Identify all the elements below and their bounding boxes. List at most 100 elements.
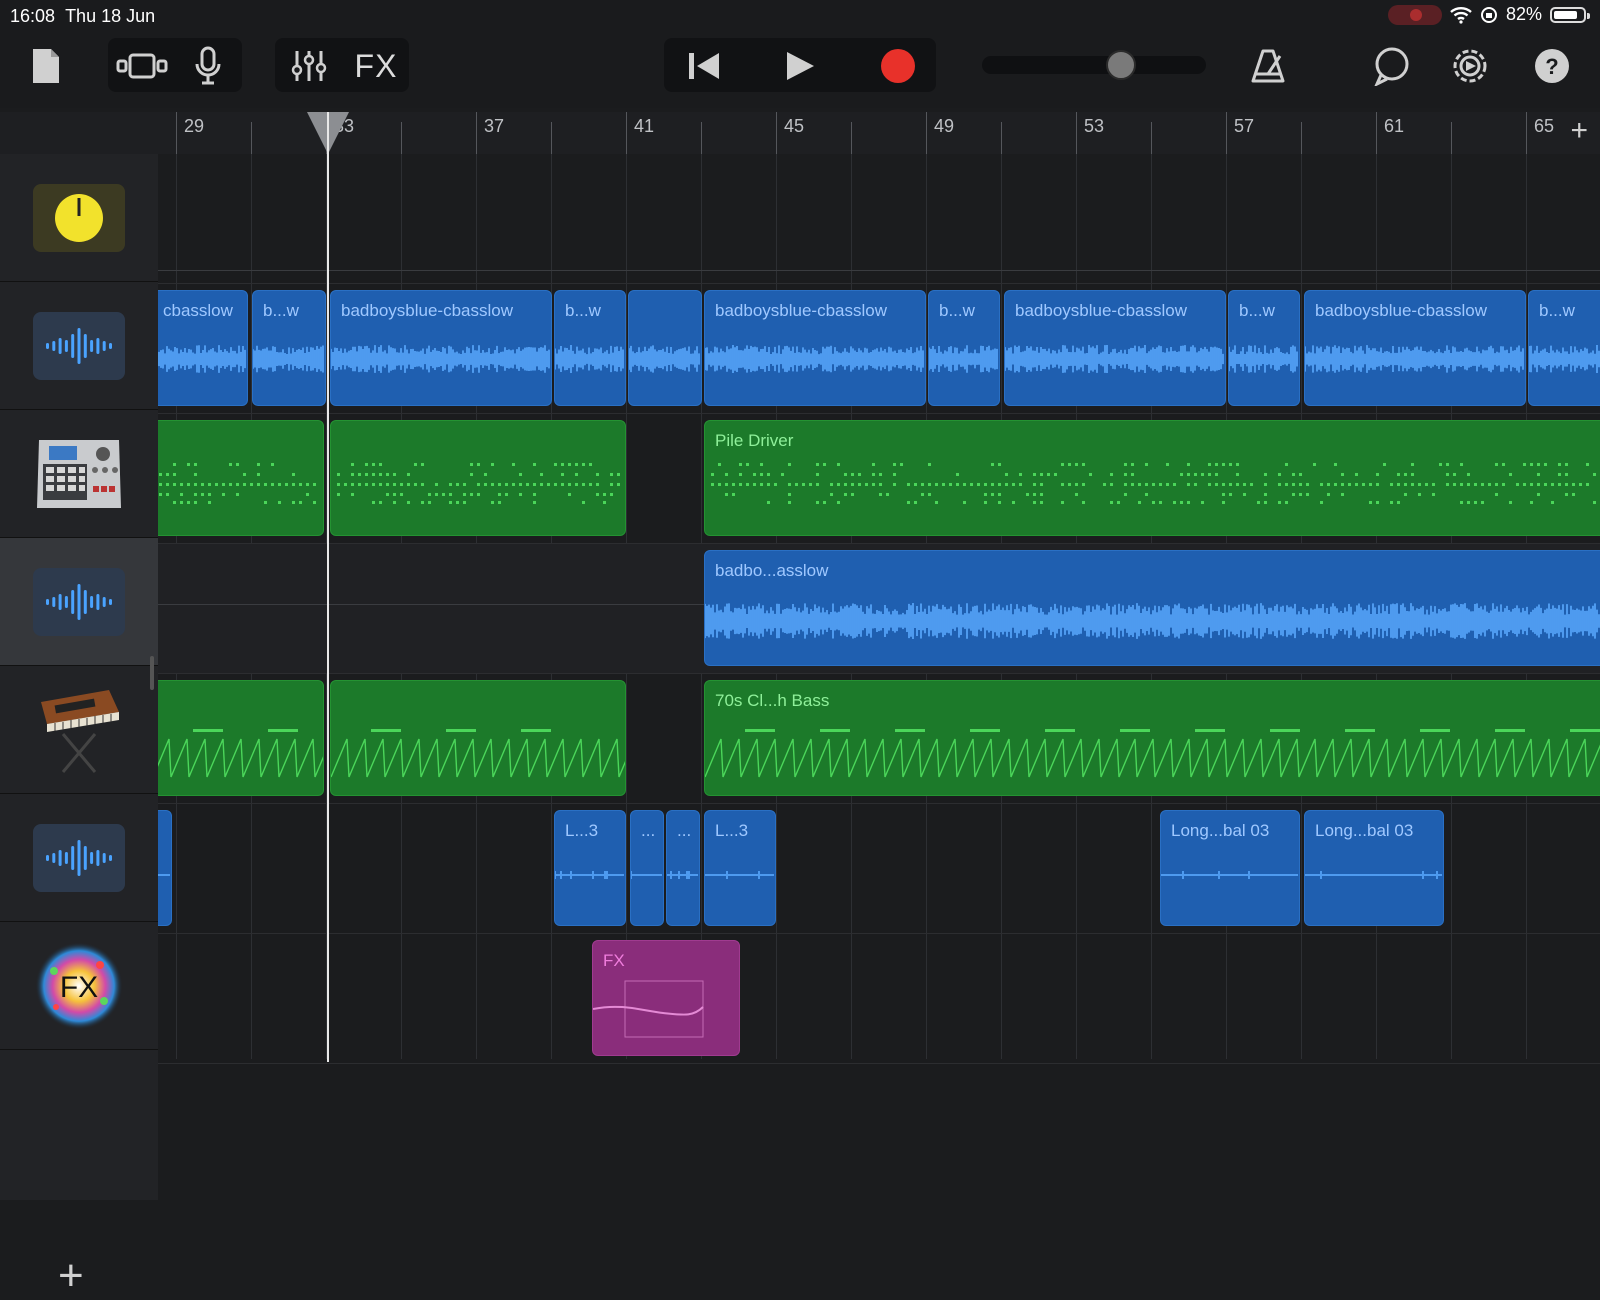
timeline-ruler[interactable]: 29 33 37 41 45 49 53 57 61 65	[158, 112, 1600, 155]
region-label: Long...bal 03	[1171, 821, 1270, 840]
ruler-subtick	[1151, 122, 1152, 154]
audio-region[interactable]: ...	[630, 810, 664, 926]
track-header-fx[interactable]: FX	[0, 922, 158, 1050]
ruler-subtick	[1001, 122, 1002, 154]
svg-text:?: ?	[1545, 54, 1558, 79]
audio-region[interactable]: badboysblue-cbasslow	[704, 290, 926, 406]
fx-automation-curve	[593, 980, 704, 1038]
midi-region[interactable]	[330, 420, 626, 536]
status-clock: 16:08	[10, 6, 56, 26]
midi-notes	[711, 463, 1596, 504]
audio-region[interactable]: Long...bal 03	[1160, 810, 1300, 926]
ruler-bar-number: 61	[1384, 116, 1405, 136]
playhead[interactable]	[327, 112, 329, 1062]
tempo-knob-icon	[55, 193, 103, 242]
track-header-drum-machine[interactable]	[0, 410, 158, 538]
fx-burst-icon: FX	[35, 941, 123, 1030]
battery-tip	[1587, 12, 1590, 19]
ruler-bar-number: 57	[1234, 116, 1255, 136]
document-icon	[33, 49, 59, 83]
empty-lane-line	[158, 604, 704, 605]
region-label: b...w	[565, 301, 601, 320]
metronome-button[interactable]	[1246, 44, 1290, 88]
audio-region[interactable]: b...w	[928, 290, 1000, 406]
track-header-tempo[interactable]	[0, 154, 158, 282]
lane-synth-bass[interactable]: 70s Cl...h Bass	[158, 674, 1600, 804]
loop-icon	[1374, 47, 1409, 86]
settings-button[interactable]	[1448, 44, 1492, 88]
audio-region[interactable]: L...3	[554, 810, 626, 926]
midi-region-pile-driver[interactable]: Pile Driver	[704, 420, 1600, 536]
ruler-subtick	[1451, 122, 1452, 154]
audio-region[interactable]: badboysblue-cbasslow	[1304, 290, 1526, 406]
ruler-tick	[1526, 112, 1527, 154]
audio-region[interactable]	[158, 810, 172, 926]
ruler-bar-number: 49	[934, 116, 955, 136]
audio-waveform-icon	[33, 311, 125, 380]
midi-region[interactable]	[158, 420, 324, 536]
go-to-beginning-button[interactable]	[680, 44, 728, 88]
add-track-button[interactable]: +	[58, 1254, 84, 1298]
add-section-button[interactable]: +	[1570, 116, 1588, 146]
midi-region[interactable]	[330, 680, 626, 796]
lane-audio-3[interactable]: L...3 ... ... L...3 Long...bal 03 Long..…	[158, 804, 1600, 934]
header-scroll-indicator[interactable]	[150, 656, 154, 690]
record-button[interactable]	[874, 44, 922, 88]
audio-region[interactable]: b...w	[554, 290, 626, 406]
audio-region-short-cluster[interactable]	[628, 290, 702, 406]
lane-audio-2[interactable]: badbo...asslow	[158, 544, 1600, 674]
wifi-icon	[1450, 6, 1472, 24]
ruler-subtick	[251, 122, 252, 154]
audio-region-badbo[interactable]: badbo...asslow	[704, 550, 1600, 666]
lane-fx[interactable]: FX	[158, 934, 1600, 1064]
waveform	[331, 345, 550, 373]
region-label: L...3	[715, 821, 749, 840]
mixer-button[interactable]	[284, 44, 334, 88]
audio-region[interactable]: b...w	[1528, 290, 1600, 406]
lane-tempo[interactable]	[158, 154, 1600, 284]
tempo-tile	[33, 183, 125, 252]
midi-region-70s-bass[interactable]: 70s Cl...h Bass	[704, 680, 1600, 796]
screen-recording-icon	[1387, 4, 1442, 25]
audio-region[interactable]: cbasslow	[158, 290, 248, 406]
ruler-bar-number: 29	[184, 116, 205, 136]
toolbar: FX ?	[0, 32, 1600, 108]
volume-knob[interactable]	[1105, 50, 1136, 80]
ruler-subtick	[551, 122, 552, 154]
region-label: b...w	[939, 301, 975, 320]
fx-region[interactable]: FX	[592, 940, 740, 1056]
loop-browser-button[interactable]	[1370, 44, 1414, 88]
track-header-audio-1[interactable]	[0, 282, 158, 410]
region-label: L...3	[565, 821, 599, 840]
audio-region[interactable]: b...w	[252, 290, 326, 406]
ruler-bar-number: 45	[784, 116, 805, 136]
track-header-synth-bass[interactable]	[0, 666, 158, 794]
audio-region[interactable]: badboysblue-cbasslow	[1004, 290, 1226, 406]
fx-button[interactable]: FX	[350, 44, 402, 88]
waveform	[1229, 345, 1298, 373]
ruler-subtick	[1301, 122, 1302, 154]
track-header-audio-2[interactable]	[0, 538, 158, 666]
ruler-corner	[0, 112, 158, 154]
midi-region[interactable]	[158, 680, 324, 796]
audio-region[interactable]: b...w	[1228, 290, 1300, 406]
master-volume-slider[interactable]	[982, 50, 1206, 80]
track-header-audio-3[interactable]	[0, 794, 158, 922]
waveform	[631, 871, 662, 879]
audio-region[interactable]: badboysblue-cbasslow	[330, 290, 552, 406]
metronome-icon	[1251, 49, 1285, 83]
my-songs-button[interactable]	[26, 44, 66, 88]
lane-drum-machine[interactable]: Pile Driver	[158, 414, 1600, 544]
tracks-area[interactable]: cbasslow b...w badboysblue-cbasslow b...…	[158, 154, 1600, 1200]
tempo-line	[158, 270, 1600, 271]
track-headers: FX +	[0, 154, 158, 1298]
audio-region[interactable]: L...3	[704, 810, 776, 926]
region-label: badboysblue-cbasslow	[1315, 301, 1487, 320]
help-button[interactable]: ?	[1530, 44, 1574, 88]
microphone-button[interactable]	[186, 44, 230, 88]
view-toggle-button[interactable]	[112, 44, 172, 88]
play-button[interactable]	[776, 44, 824, 88]
audio-region[interactable]: Long...bal 03	[1304, 810, 1444, 926]
audio-region[interactable]: ...	[666, 810, 700, 926]
lane-audio-1[interactable]: cbasslow b...w badboysblue-cbasslow b...…	[158, 284, 1600, 414]
